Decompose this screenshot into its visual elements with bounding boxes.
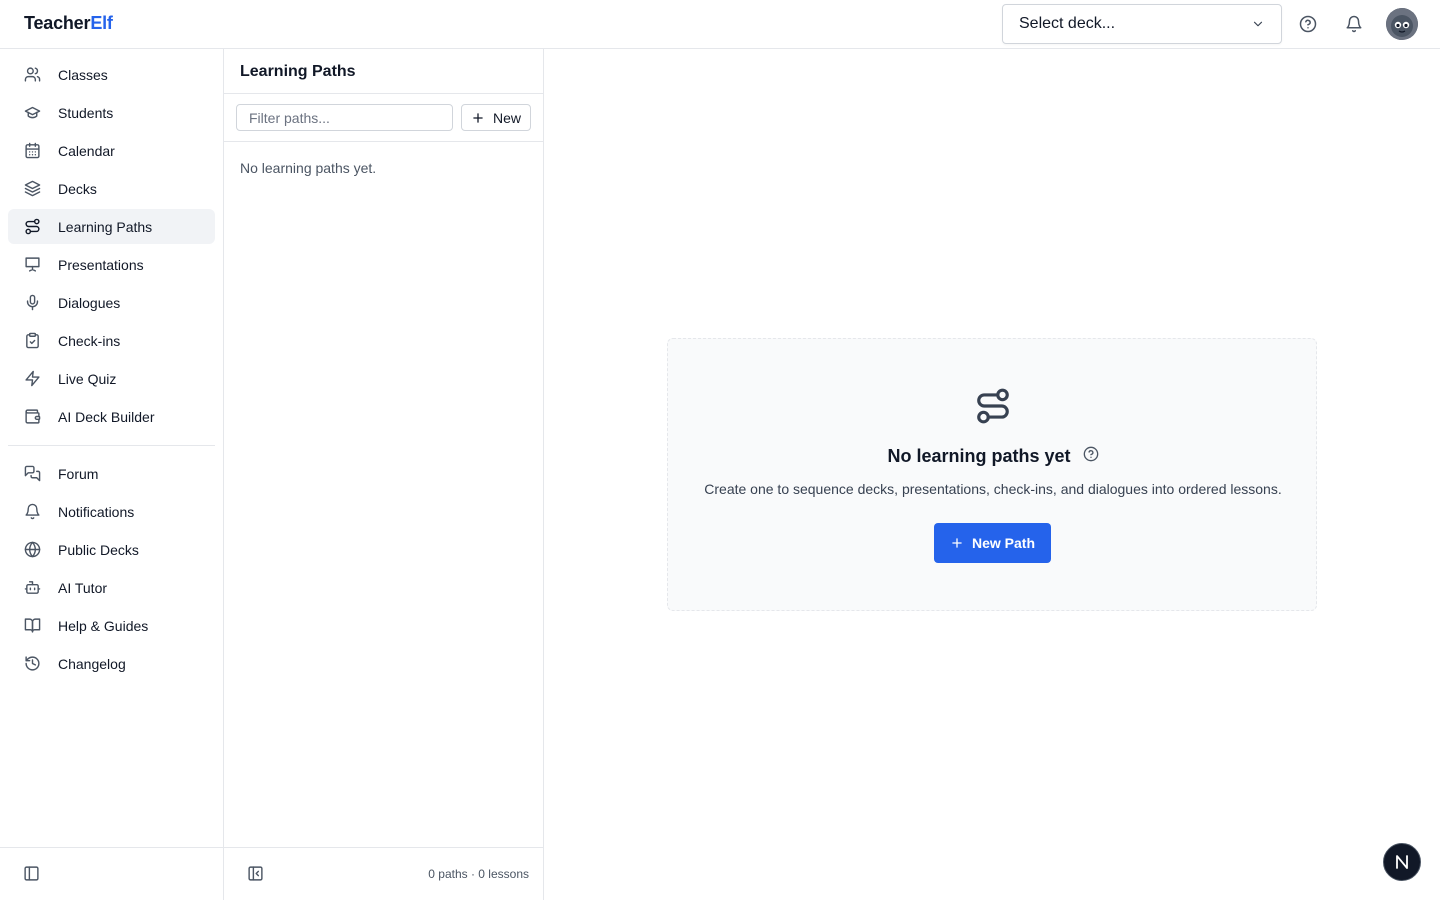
- sidebar-item-label: Forum: [58, 465, 99, 482]
- clipboard-check-icon: [23, 332, 41, 350]
- logo-text-teacher: Teacher: [24, 13, 91, 33]
- help-circle-icon[interactable]: [1083, 446, 1099, 467]
- sidebar-item-students[interactable]: Students: [8, 95, 215, 130]
- sidebar-item-calendar[interactable]: Calendar: [8, 133, 215, 168]
- new-path-label: New Path: [971, 535, 1035, 551]
- help-circle-icon: [1299, 15, 1317, 33]
- sidebar-item-label: Students: [58, 104, 114, 121]
- bell-icon: [1346, 15, 1362, 33]
- sidebar-footer: [0, 847, 223, 900]
- help-button[interactable]: [1296, 12, 1320, 36]
- sidebar-item-label: Dialogues: [58, 294, 121, 311]
- sidebar: Classes Students Calendar Decks Learning…: [0, 49, 224, 900]
- sidebar-item-decks[interactable]: Decks: [8, 171, 215, 206]
- sidebar-item-check-ins[interactable]: Check-ins: [8, 323, 215, 358]
- sidebar-item-label: Calendar: [58, 142, 115, 159]
- sidebar-item-label: Presentations: [58, 256, 144, 273]
- plus-icon: [952, 538, 962, 548]
- new-path-primary-button[interactable]: New Path: [934, 523, 1051, 563]
- sidebar-item-presentations[interactable]: Presentations: [8, 247, 215, 282]
- top-header: TeacherElf Select deck...: [0, 0, 1440, 49]
- n-logo-icon: [1396, 855, 1408, 869]
- sidebar-item-label: Public Decks: [58, 541, 139, 558]
- new-path-button[interactable]: New: [461, 104, 531, 131]
- empty-state-title: No learning paths yet: [887, 446, 1071, 466]
- panel-title: Learning Paths: [240, 63, 356, 80]
- sidebar-item-label: Help & Guides: [58, 617, 149, 634]
- sidebar-item-label: Check-ins: [58, 332, 121, 349]
- chat-icon: [23, 465, 41, 483]
- sidebar-divider: [8, 445, 215, 446]
- history-icon: [23, 655, 41, 673]
- bot-icon: [23, 579, 41, 597]
- route-icon: [974, 387, 1012, 425]
- user-avatar[interactable]: [1386, 8, 1418, 40]
- sidebar-item-label: AI Tutor: [58, 579, 108, 596]
- panel-divider: [224, 93, 543, 94]
- new-button-label: New: [492, 109, 521, 126]
- app-logo[interactable]: TeacherElf: [24, 13, 113, 34]
- next-dev-tools-button[interactable]: [1383, 843, 1421, 881]
- sidebar-item-classes[interactable]: Classes: [8, 57, 215, 92]
- sidebar-item-label: Notifications: [58, 503, 135, 520]
- sidebar-item-public-decks[interactable]: Public Decks: [8, 532, 215, 567]
- sidebar-item-label: AI Deck Builder: [58, 408, 155, 425]
- sidebar-item-help-guides[interactable]: Help & Guides: [8, 608, 215, 643]
- globe-icon: [23, 541, 41, 559]
- sidebar-item-label: Classes: [58, 66, 108, 83]
- bell-icon: [23, 503, 41, 521]
- wallet-icon: [23, 408, 41, 426]
- sidebar-item-label: Decks: [58, 180, 97, 197]
- panel-divider: [224, 141, 543, 142]
- paths-lessons-count: 0 paths · 0 lessons: [428, 867, 529, 881]
- empty-state-card: No learning paths yet Create one to sequ…: [667, 338, 1317, 611]
- logo-text-elf: Elf: [90, 13, 113, 33]
- plus-icon: [473, 112, 483, 123]
- calendar-icon: [23, 142, 41, 160]
- sidebar-item-notifications[interactable]: Notifications: [8, 494, 215, 529]
- empty-title-row: No learning paths yet: [668, 446, 1318, 467]
- sidebar-item-learning-paths[interactable]: Learning Paths: [8, 209, 215, 244]
- sidebar-item-label: Changelog: [58, 655, 126, 672]
- deck-select-value: Select deck...: [1019, 15, 1116, 32]
- notifications-button[interactable]: [1342, 12, 1366, 36]
- empty-state-description: Create one to sequence decks, presentati…: [704, 481, 1282, 497]
- sidebar-item-changelog[interactable]: Changelog: [8, 646, 215, 681]
- sidebar-item-label: Live Quiz: [58, 370, 117, 387]
- paths-empty-text: No learning paths yet.: [240, 160, 377, 176]
- panel-footer: 0 paths · 0 lessons: [224, 847, 543, 900]
- graduation-cap-icon: [23, 104, 41, 122]
- lightning-icon: [23, 370, 41, 388]
- deck-select[interactable]: Select deck...: [1002, 4, 1282, 44]
- sidebar-item-label: Learning Paths: [58, 218, 153, 235]
- users-icon: [23, 66, 41, 84]
- sidebar-item-ai-deck-builder[interactable]: AI Deck Builder: [8, 399, 215, 434]
- book-icon: [23, 617, 41, 635]
- sidebar-item-ai-tutor[interactable]: AI Tutor: [8, 570, 215, 605]
- sidebar-item-dialogues[interactable]: Dialogues: [8, 285, 215, 320]
- microphone-icon: [23, 294, 41, 312]
- learning-paths-panel: Learning Paths New No learning paths yet…: [224, 49, 544, 900]
- presentation-icon: [23, 256, 41, 274]
- sidebar-item-live-quiz[interactable]: Live Quiz: [8, 361, 215, 396]
- filter-paths-input[interactable]: [236, 104, 453, 131]
- avatar-face-icon: [1386, 8, 1418, 40]
- route-icon: [23, 218, 41, 236]
- layers-icon: [23, 180, 41, 198]
- panel-left-icon[interactable]: [23, 865, 41, 883]
- collapse-panel-icon[interactable]: [247, 865, 265, 883]
- chevron-down-icon: [1253, 21, 1263, 27]
- sidebar-item-forum[interactable]: Forum: [8, 456, 215, 491]
